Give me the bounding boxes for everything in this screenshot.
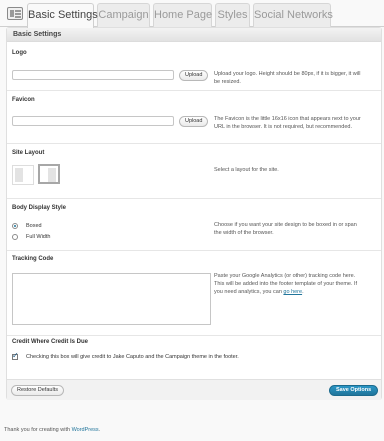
radio-boxed-label: Boxed bbox=[26, 223, 42, 229]
favicon-section: Favicon Upload The Favicon is the little… bbox=[7, 90, 381, 143]
panel-title: Basic Settings bbox=[7, 28, 381, 42]
logo-title: Logo bbox=[12, 50, 27, 56]
body-display-section: Body Display Style Boxed Full Width Choo… bbox=[7, 198, 381, 250]
tracking-code-textarea[interactable] bbox=[12, 273, 211, 325]
tracking-period: . bbox=[302, 289, 304, 295]
credit-title: Credit Where Credit Is Due bbox=[12, 339, 89, 345]
layout-option-boxed[interactable] bbox=[12, 165, 34, 185]
tab-campaign[interactable]: Campaign bbox=[97, 3, 150, 27]
layout-column bbox=[48, 168, 56, 182]
credit-section: Credit Where Credit Is Due Checking this… bbox=[7, 335, 381, 379]
favicon-upload-button[interactable]: Upload bbox=[179, 116, 209, 127]
body-display-description: Choose if you want your site design to b… bbox=[214, 222, 357, 236]
restore-defaults-button[interactable]: Restore Defaults bbox=[11, 385, 64, 396]
logo-url-input[interactable] bbox=[12, 70, 174, 80]
admin-footer: Thank you for creating with WordPress. bbox=[4, 427, 100, 433]
layout-column bbox=[15, 168, 23, 182]
tab-home-page[interactable]: Home Page bbox=[153, 3, 212, 27]
logo-section: Logo Upload Upload your logo. Height sho… bbox=[7, 43, 381, 85]
tracking-go-here-link[interactable]: go here bbox=[283, 289, 302, 295]
wordpress-link[interactable]: WordPress bbox=[72, 427, 99, 433]
save-options-button[interactable]: Save Options bbox=[329, 385, 379, 396]
body-display-title: Body Display Style bbox=[12, 205, 67, 211]
favicon-title: Favicon bbox=[12, 97, 35, 103]
tracking-code-title: Tracking Code bbox=[12, 256, 54, 262]
tracking-description: Paste your Google Analytics (or other) t… bbox=[214, 272, 364, 296]
credit-checkbox[interactable] bbox=[12, 351, 19, 360]
tab-styles[interactable]: Styles bbox=[215, 3, 250, 27]
settings-panel: Basic Settings Logo Upload Upload your l… bbox=[6, 27, 382, 400]
site-layout-title: Site Layout bbox=[12, 150, 45, 156]
layout-option-full[interactable] bbox=[38, 164, 60, 184]
radio-full-width-label: Full Width bbox=[26, 234, 51, 240]
site-layout-description: Select a layout for the site. bbox=[214, 167, 279, 173]
radio-full-width[interactable] bbox=[12, 234, 18, 240]
site-layout-section: Site Layout Select a layout for the site… bbox=[7, 143, 381, 198]
tab-basic-settings[interactable]: Basic Settings bbox=[27, 3, 98, 28]
footer-text: Thank you for creating with bbox=[4, 427, 71, 433]
actions-bar: Restore Defaults Save Options bbox=[7, 379, 381, 400]
tab-bar: Basic Settings Campaign Home Page Styles… bbox=[0, 0, 384, 28]
favicon-url-input[interactable] bbox=[12, 116, 174, 126]
logo-upload-button[interactable]: Upload bbox=[179, 70, 209, 81]
tracking-code-section: Tracking Code Paste your Google Analytic… bbox=[7, 250, 381, 335]
favicon-description: The Favicon is the little 16x16 icon tha… bbox=[214, 116, 361, 130]
tab-social-networks[interactable]: Social Networks bbox=[253, 3, 333, 27]
footer-end: . bbox=[98, 427, 101, 433]
credit-label: Checking this box will give credit to Ja… bbox=[26, 354, 239, 360]
settings-screen-icon bbox=[7, 7, 23, 20]
logo-description: Upload your logo. Height should be 80px,… bbox=[214, 71, 361, 85]
radio-boxed[interactable] bbox=[12, 223, 18, 229]
